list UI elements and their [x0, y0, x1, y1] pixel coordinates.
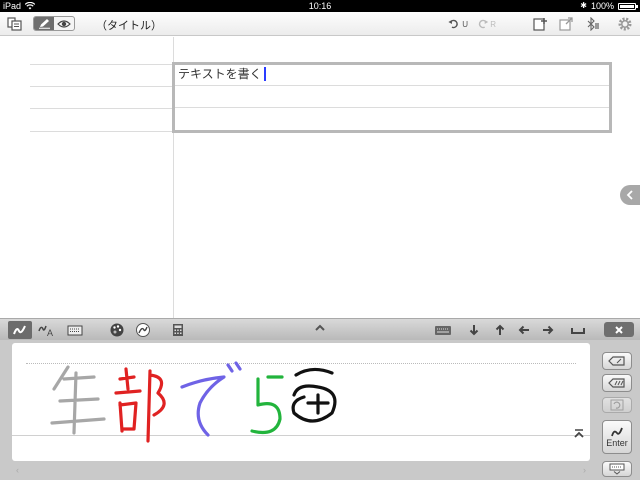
battery-fill — [620, 4, 634, 8]
status-time: 10:16 — [308, 1, 332, 11]
export-icon — [558, 17, 573, 31]
handwriting-to-text-button[interactable]: A — [36, 321, 58, 339]
close-keyboard-icon — [615, 325, 623, 334]
keyboard-mode-button[interactable] — [64, 321, 86, 339]
add-page-icon — [532, 18, 547, 31]
calculator-button[interactable] — [168, 321, 188, 339]
handwriting-strokes — [50, 361, 337, 443]
undo-button[interactable]: U — [448, 14, 468, 34]
handwriting-panel: ‹ › Enter — [0, 340, 640, 480]
status-right: ✱ 100% — [580, 0, 638, 12]
status-bar: iPad 10:16 ✱ 100% — [0, 0, 640, 12]
redo-button[interactable]: R — [476, 14, 496, 34]
handwriting-to-text-icon: A — [38, 325, 53, 337]
pen-stroke-icon — [136, 323, 150, 337]
pen-mode-button[interactable] — [34, 17, 54, 30]
handwriting-canvas[interactable] — [12, 343, 590, 461]
stroke-black — [291, 367, 337, 423]
mode-toggle[interactable] — [33, 16, 75, 31]
cell-text-value: テキストを書く — [178, 67, 262, 81]
export-button[interactable] — [558, 14, 574, 34]
chevron-left-icon — [626, 190, 633, 200]
view-mode-icon — [57, 19, 71, 28]
clear-key[interactable] — [602, 374, 632, 392]
view-mode-button[interactable] — [54, 17, 74, 30]
add-page-button[interactable] — [532, 14, 548, 34]
handwriting-enter-icon — [611, 427, 623, 437]
stroke-green — [250, 375, 284, 435]
battery-percent: 100% — [590, 1, 614, 11]
document-list-button[interactable] — [6, 14, 24, 34]
svg-text:A: A — [47, 328, 53, 337]
clear-all-icon — [608, 378, 625, 388]
input-method-bar: A — [0, 318, 640, 340]
redo-shortcut-label: R — [490, 19, 496, 29]
arrow-right-icon — [543, 325, 554, 335]
handwriting-scrollbar[interactable]: ‹ › — [12, 464, 590, 475]
cell-text[interactable]: テキストを書く — [178, 65, 266, 82]
stroke-blue — [180, 361, 242, 437]
keyboard-mode-icon — [67, 325, 83, 336]
app-root: iPad 10:16 ✱ 100% （タイトル） U R テキストを書く A ‹… — [0, 0, 640, 480]
arrow-down-icon — [469, 325, 479, 336]
cursor-right-button[interactable] — [540, 321, 556, 339]
backspace-key[interactable] — [602, 352, 632, 370]
undo-shortcut-label: U — [462, 19, 468, 29]
settings-button[interactable] — [616, 14, 634, 34]
enter-key[interactable]: Enter — [602, 420, 632, 454]
arrow-left-icon — [518, 325, 529, 335]
space-icon — [571, 328, 585, 334]
undo-stroke-icon — [610, 399, 624, 411]
palette-button[interactable] — [106, 321, 128, 339]
row-line — [30, 108, 172, 109]
pen-stroke-button[interactable] — [132, 321, 154, 339]
undo-icon — [448, 19, 458, 29]
bluetooth-status-icon: ✱ — [580, 1, 587, 10]
settings-gear-icon — [618, 17, 632, 31]
space-button[interactable] — [568, 321, 588, 339]
enter-label: Enter — [606, 438, 628, 448]
handwriting-mode-button[interactable] — [8, 321, 32, 339]
cursor-up-button[interactable] — [492, 321, 508, 339]
undo-stroke-key[interactable] — [602, 397, 632, 413]
battery-icon — [618, 2, 638, 10]
hide-keyboard-key[interactable] — [602, 461, 632, 477]
table-page: テキストを書く — [0, 37, 640, 318]
backspace-icon — [608, 356, 625, 366]
document-title[interactable]: （タイトル） — [96, 17, 162, 33]
bluetooth-icon — [587, 17, 599, 31]
handwriting-mode-icon — [13, 325, 26, 335]
calculator-icon — [173, 324, 183, 336]
cursor-down-button[interactable] — [466, 321, 482, 339]
side-panel-toggle[interactable] — [620, 185, 640, 205]
bluetooth-button[interactable] — [584, 14, 600, 34]
stroke-red — [114, 367, 166, 443]
double-chevron-up-icon — [574, 429, 584, 438]
keyboard-toggle-icon — [435, 326, 451, 335]
document-list-icon — [7, 17, 22, 31]
stroke-gray — [50, 365, 106, 435]
pen-mode-icon — [38, 19, 50, 29]
palette-icon — [110, 323, 124, 337]
collapse-up-icon — [315, 324, 325, 331]
row-line — [30, 131, 172, 132]
row-line — [30, 86, 172, 87]
arrow-up-icon — [495, 324, 505, 335]
expand-panel-button[interactable] — [310, 319, 330, 337]
cursor-left-button[interactable] — [516, 321, 532, 339]
close-keyboard-button[interactable] — [604, 322, 634, 337]
keyboard-toggle-button[interactable] — [432, 321, 454, 339]
app-toolbar: （タイトル） U R — [0, 12, 640, 36]
collapse-candidates-button[interactable] — [572, 428, 586, 440]
scroll-right-arrow[interactable]: › — [583, 465, 586, 475]
keyboard-hide-icon — [609, 463, 625, 475]
text-caret — [263, 66, 266, 81]
redo-icon — [478, 19, 489, 29]
row-line — [30, 64, 172, 65]
scroll-left-arrow[interactable]: ‹ — [16, 465, 19, 475]
